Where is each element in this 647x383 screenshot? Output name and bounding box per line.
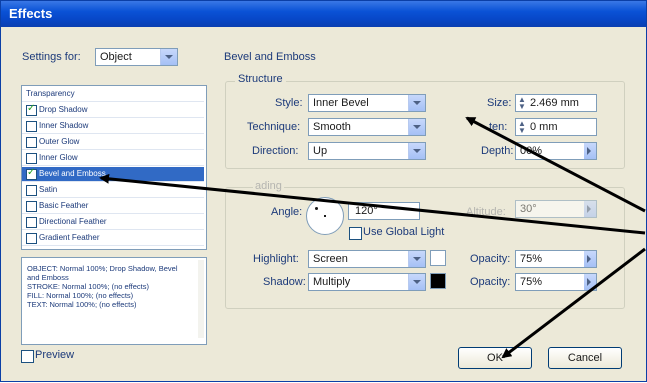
effects-dialog: Effects Settings for: Object Transparenc… (0, 0, 647, 382)
annotation-arrows (99, 116, 646, 359)
arrow-to-structure (465, 116, 646, 213)
arrow-to-ok-button (501, 247, 646, 359)
arrow-to-bevel-emboss (99, 173, 646, 235)
